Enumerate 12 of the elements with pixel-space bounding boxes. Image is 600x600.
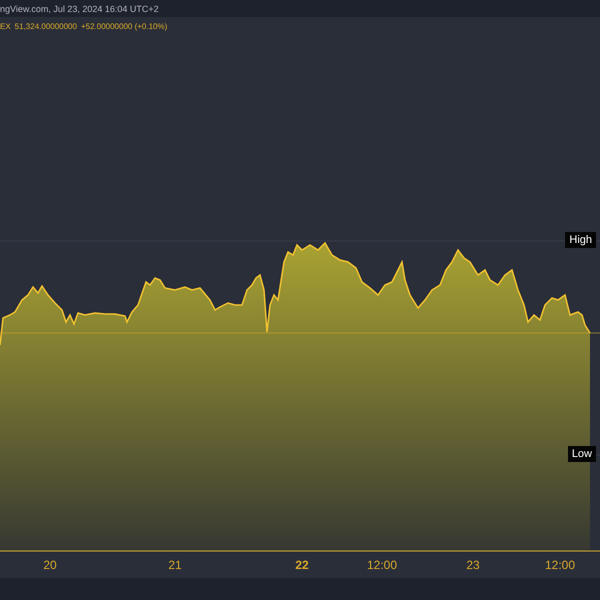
price-value: 51,324.00000000 — [14, 22, 77, 31]
axis-tick-label: 23 — [466, 558, 480, 572]
axis-tick-label: 20 — [43, 558, 57, 572]
high-label: High — [565, 232, 596, 248]
symbol-label: EX — [0, 22, 11, 31]
axis-tick-label: 22 — [295, 558, 309, 572]
axis-tick-label: 12:00 — [366, 558, 398, 572]
source-caption: ngView.com, Jul 23, 2024 16:04 UTC+2 — [0, 4, 159, 14]
axis-tick-label: 12:00 — [544, 558, 576, 572]
axis-tick-label: 21 — [168, 558, 182, 572]
price-change: +52.00000000 (+0.10%) — [80, 22, 168, 31]
low-label: Low — [568, 446, 596, 462]
